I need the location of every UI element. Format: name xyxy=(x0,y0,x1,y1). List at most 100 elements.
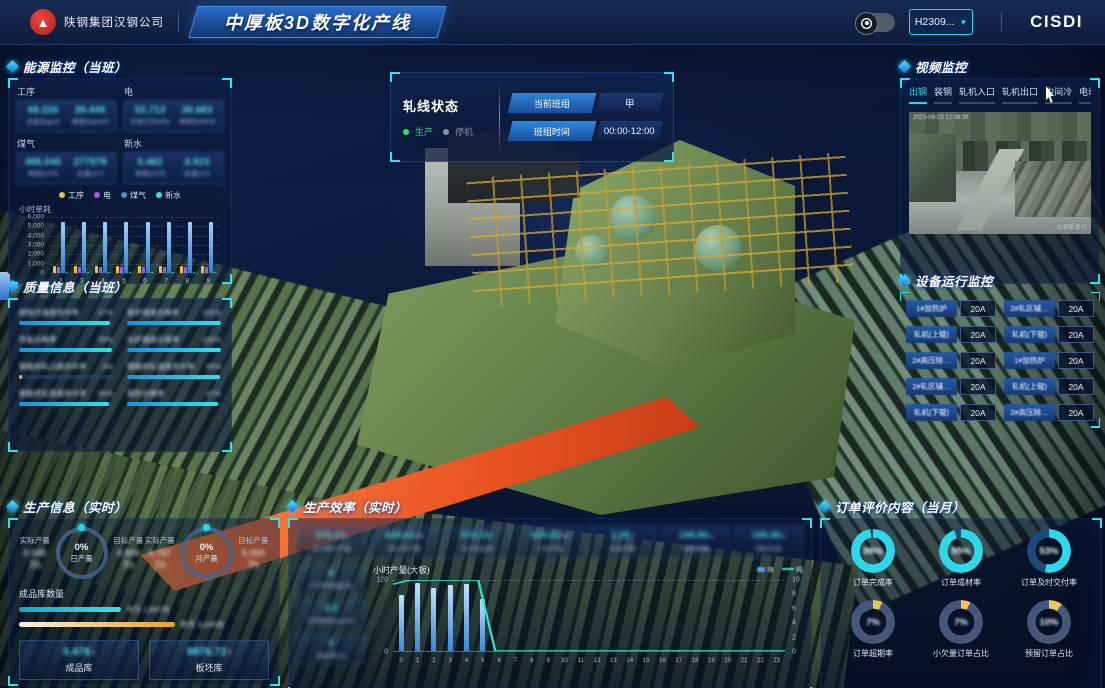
equipment-name: 轧机(下辊) xyxy=(906,404,957,421)
energy-value: 486.040 xyxy=(21,157,65,168)
bar-煤气 xyxy=(103,222,107,273)
status-field-value: 甲 xyxy=(596,93,664,113)
order-gauges: 98%订单完成率95%订单成材率53%订单及时交付率7%订单超期率7%小欠量订单… xyxy=(833,529,1089,659)
dashboard-root: ▲ 陕钢集团汉钢公司 中厚板3D数字化产线 H2309... ▼ CISDI 能… xyxy=(0,0,1105,688)
energy-group-values: 52.713总耗(万kWh)30.683单耗(kWh/t) xyxy=(124,100,223,132)
quality-bar-fill xyxy=(19,402,109,406)
hourly-x-tick: 2 xyxy=(426,658,442,664)
quality-label: 钢板终轧温度命中率 xyxy=(127,361,195,372)
monthly-actual-value: 0.767万t xyxy=(144,548,176,571)
legend-item: 煤气 xyxy=(121,190,146,201)
stock-card-value: 0.476t xyxy=(24,646,134,658)
bar-煤气 xyxy=(188,222,192,273)
equipment-name: 1#加热炉 xyxy=(906,300,957,317)
visibility-toggle[interactable] xyxy=(855,13,895,32)
cisdi-logo: CISDI xyxy=(1030,12,1083,32)
quality-value: 99% xyxy=(206,362,221,371)
efficiency-card-value: 576.23t xyxy=(446,530,509,541)
quality-value: 96% xyxy=(98,389,113,398)
status-field-key: 班组时间 xyxy=(508,121,597,141)
right-tick: 4 xyxy=(792,620,796,627)
quality-label: 装炉温度合格率 xyxy=(127,307,180,318)
video-tab-轧机入口[interactable]: 轧机入口 xyxy=(959,85,995,104)
monthly-ring-label: 月产量 xyxy=(195,553,218,564)
side-card-label: 退修率(%) xyxy=(300,650,362,660)
energy-group-name: 煤气 xyxy=(17,137,116,150)
equipment-name: 2#轧区辅… xyxy=(1004,300,1055,317)
quality-panel: 质量信息（当班） 超快冷温度命中率97%装炉温度合格率100%性能合格率99%出… xyxy=(8,278,232,452)
stock-card-label: 板坯库 xyxy=(154,661,264,674)
energy-group-values: 0.462单耗(m³/t)0.915总量(m³) xyxy=(124,152,223,184)
efficiency-card: 3.98s轧制节奏 xyxy=(588,525,657,558)
legend-bar-chip xyxy=(757,567,765,572)
quality-items: 超快冷温度命中率97%装炉温度合格率100%性能合格率99%出炉温度合格率100… xyxy=(19,307,221,406)
equipment-row: 1#加热炉20A xyxy=(906,300,996,317)
energy-unit: 总耗(kgce) xyxy=(21,117,65,127)
energy-value-cell: 68.226总耗(kgce) xyxy=(21,105,65,127)
bar-煤气 xyxy=(124,222,128,273)
efficiency-card-label: 轧制周期 xyxy=(664,543,727,553)
energy-panel: 能源监控（当班） 工序68.226总耗(kgce)39.449单耗(kgce/t… xyxy=(8,58,232,284)
order-gauge: 7%订单超期率 xyxy=(851,600,895,659)
monthly-target-value: 5.000万t xyxy=(238,548,270,571)
status-dot xyxy=(403,129,409,135)
quality-item: 超快冷温度命中率97% xyxy=(19,307,113,325)
order-gauge: 53%订单及时交付率 xyxy=(1021,529,1077,588)
energy-bar-chart: 6,0005,0004,0003,0002,0001,0000 23456789 xyxy=(17,217,223,283)
status-divider xyxy=(499,82,500,152)
gauge-label: 订单完成率 xyxy=(853,577,893,588)
edge-scroll-chip[interactable] xyxy=(0,272,9,300)
video-tab-装钢[interactable]: 装钢 xyxy=(934,85,952,104)
video-tab-出钢[interactable]: 出钢 xyxy=(909,85,927,104)
daily-output-ring: 0% 日产量 xyxy=(56,527,108,579)
energy-unit: 单耗(kgce/t) xyxy=(68,117,112,127)
side-card-value: 0 xyxy=(300,638,362,648)
hourly-x-tick: 1 xyxy=(409,658,425,664)
gauge-value: 98% xyxy=(851,529,895,573)
hourly-x-tick: 3 xyxy=(442,658,458,664)
quality-bar-track xyxy=(19,321,113,325)
quality-label: 出炉温度合格率 xyxy=(127,334,180,345)
gridline xyxy=(50,236,219,237)
bar-煤气 xyxy=(82,222,86,273)
gauge-circle: 53% xyxy=(1027,529,1071,573)
daily-ring-percent: 0% xyxy=(75,542,89,553)
spec-dropdown-value: H2309... xyxy=(915,16,955,28)
energy-unit: 单耗(m³/t) xyxy=(21,169,65,179)
energy-group: 电52.713总耗(万kWh)30.683单耗(kWh/t) xyxy=(124,85,223,132)
equipment-name: 2#轧区辅… xyxy=(906,378,957,395)
quality-bar-fill xyxy=(127,402,218,406)
legend-item: 新水 xyxy=(156,190,181,201)
page-title-plate: 中厚板3D数字化产线 xyxy=(188,6,446,38)
spec-dropdown[interactable]: H2309... ▼ xyxy=(909,9,973,35)
quality-value: 3% xyxy=(102,362,113,371)
equipment-panel-title: 设备运行监控 xyxy=(915,271,993,290)
quality-bar-fill xyxy=(19,321,110,325)
equipment-row: 轧机(下辊)20A xyxy=(906,404,996,421)
left-tick: 120 xyxy=(376,577,388,584)
bar-煤气 xyxy=(146,222,150,273)
bar-工序 xyxy=(138,266,141,273)
video-osd-timestamp: 2023-09-23 12:08:36 xyxy=(913,115,969,121)
orders-panel-body: 98%订单完成率95%订单成材率53%订单及时交付率7%订单超期率7%小欠量订单… xyxy=(820,518,1102,688)
hourly-chart-legend: 块吨 xyxy=(757,565,803,575)
hourly-output-chart: 小时产量(大板) 块吨 1200 1086420 012345678910111… xyxy=(373,564,803,664)
y-tick: 3,000 xyxy=(28,242,44,249)
video-panel-title: 视频监控 xyxy=(915,57,967,76)
energy-value-cell: 52.713总耗(万kWh) xyxy=(128,105,172,127)
quality-bar-track xyxy=(127,375,221,379)
quality-item: 性能合格率99% xyxy=(19,334,113,352)
equipment-current: 20A xyxy=(960,352,996,369)
energy-value: 0.462 xyxy=(128,157,172,168)
status-field-value: 00:00-12:00 xyxy=(596,121,664,141)
video-tab-轧机出口[interactable]: 轧机出口 xyxy=(1002,85,1038,104)
video-feed[interactable]: 2023-09-23 12:08:36 出钢辊道#1 xyxy=(909,112,1091,234)
bar-煤气 xyxy=(61,222,65,273)
gridline xyxy=(50,273,219,274)
efficiency-side-card: 0.4日均能耗(kgce/t) xyxy=(297,599,365,629)
hourly-x-tick: 21 xyxy=(736,658,752,664)
bar-工序 xyxy=(116,266,119,273)
quality-item: 出炉温度合格率100% xyxy=(127,334,221,352)
hourly-x-tick: 18 xyxy=(687,658,703,664)
equipment-name: 2#高压除… xyxy=(1004,404,1055,421)
